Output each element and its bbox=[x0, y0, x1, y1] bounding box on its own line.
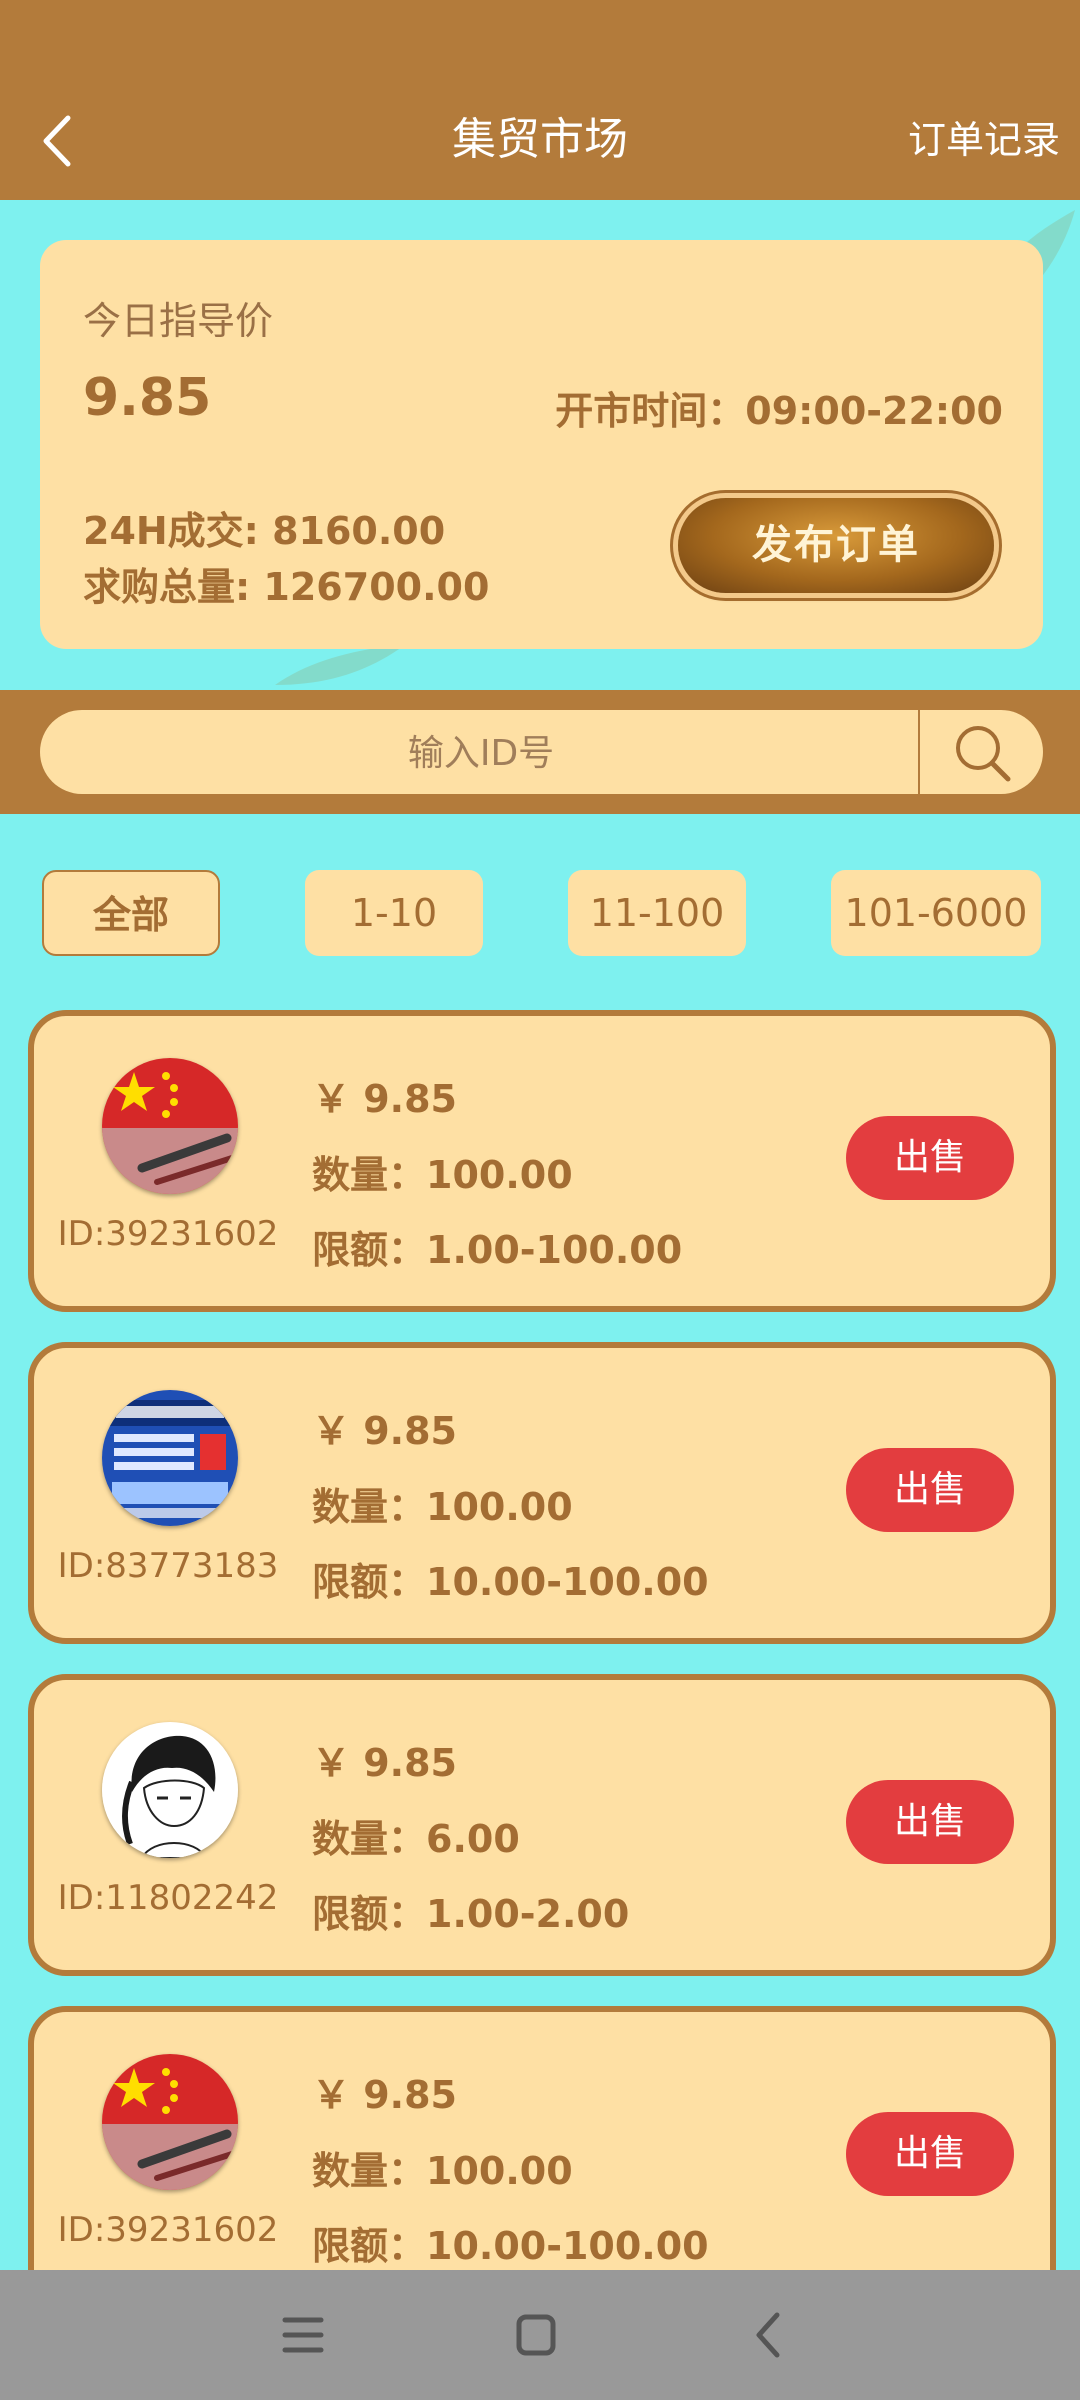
order-limit: 限额：1.00-2.00 bbox=[312, 1892, 630, 1936]
guide-price-value: 9.85 bbox=[83, 368, 212, 428]
sell-button[interactable]: 出售 bbox=[846, 1780, 1014, 1864]
user-id: ID:39231602 bbox=[57, 1214, 279, 1254]
volume-24h: 24H成交: 8160.00 bbox=[83, 509, 446, 553]
order-card: ID:83773183 ￥ 9.85 数量：100.00 限额：10.00-10… bbox=[28, 1342, 1056, 1644]
range-filter-tabs: 全部 1-10 11-100 101-6000 bbox=[0, 870, 1080, 956]
user-id: ID:11802242 bbox=[57, 1878, 279, 1918]
search-icon[interactable] bbox=[920, 710, 1043, 794]
order-list: ID:39231602 ￥ 9.85 数量：100.00 限额：1.00-100… bbox=[0, 1010, 1080, 2270]
user-id: ID:83773183 bbox=[57, 1546, 279, 1586]
back-chevron-icon[interactable] bbox=[729, 2300, 809, 2370]
system-nav-bar bbox=[0, 2270, 1080, 2400]
sell-button[interactable]: 出售 bbox=[846, 1116, 1014, 1200]
order-records-link[interactable]: 订单记录 bbox=[908, 108, 1060, 172]
order-card: ID:39231602 ￥ 9.85 数量：100.00 限额：10.00-10… bbox=[28, 2006, 1056, 2270]
sell-button[interactable]: 出售 bbox=[846, 1448, 1014, 1532]
id-search-input[interactable] bbox=[40, 710, 922, 794]
order-quantity: 数量：100.00 bbox=[312, 2149, 573, 2193]
order-price: ￥ 9.85 bbox=[312, 1409, 457, 1453]
user-id: ID:39231602 bbox=[57, 2210, 279, 2250]
total-demand: 求购总量: 126700.00 bbox=[83, 565, 490, 609]
order-price: ￥ 9.85 bbox=[312, 1077, 457, 1121]
order-quantity: 数量：100.00 bbox=[312, 1485, 573, 1529]
avatar-blue-poster bbox=[102, 1390, 238, 1526]
avatar-china-flag bbox=[102, 2054, 238, 2190]
order-price: ￥ 9.85 bbox=[312, 2073, 457, 2117]
order-limit: 限额：10.00-100.00 bbox=[312, 1560, 709, 1604]
order-card: ID:39231602 ￥ 9.85 数量：100.00 限额：1.00-100… bbox=[28, 1010, 1056, 1312]
order-card: ID:11802242 ￥ 9.85 数量：6.00 限额：1.00-2.00 … bbox=[28, 1674, 1056, 1976]
filter-tab-11-100[interactable]: 11-100 bbox=[568, 870, 746, 956]
order-quantity: 数量：100.00 bbox=[312, 1153, 573, 1197]
search-bar-band bbox=[0, 690, 1080, 814]
order-limit: 限额：10.00-100.00 bbox=[312, 2224, 709, 2268]
publish-order-button[interactable]: 发布订单 bbox=[678, 498, 994, 593]
avatar-china-flag bbox=[102, 1058, 238, 1194]
guide-price-label: 今日指导价 bbox=[83, 299, 274, 343]
filter-tab-all[interactable]: 全部 bbox=[42, 870, 220, 956]
search-box bbox=[40, 710, 1043, 794]
guide-price-card: 今日指导价 9.85 开市时间：09:00-22:00 24H成交: 8160.… bbox=[40, 240, 1043, 649]
order-limit: 限额：1.00-100.00 bbox=[312, 1228, 683, 1272]
order-price: ￥ 9.85 bbox=[312, 1741, 457, 1785]
sell-button[interactable]: 出售 bbox=[846, 2112, 1014, 2196]
menu-icon[interactable] bbox=[263, 2300, 343, 2370]
market-hours: 开市时间：09:00-22:00 bbox=[555, 389, 1003, 433]
top-bar: 集贸市场 订单记录 bbox=[0, 0, 1080, 200]
avatar-manga-boy bbox=[102, 1722, 238, 1858]
home-square-icon[interactable] bbox=[496, 2300, 576, 2370]
order-quantity: 数量：6.00 bbox=[312, 1817, 520, 1861]
filter-tab-101-6000[interactable]: 101-6000 bbox=[831, 870, 1041, 956]
filter-tab-1-10[interactable]: 1-10 bbox=[305, 870, 483, 956]
